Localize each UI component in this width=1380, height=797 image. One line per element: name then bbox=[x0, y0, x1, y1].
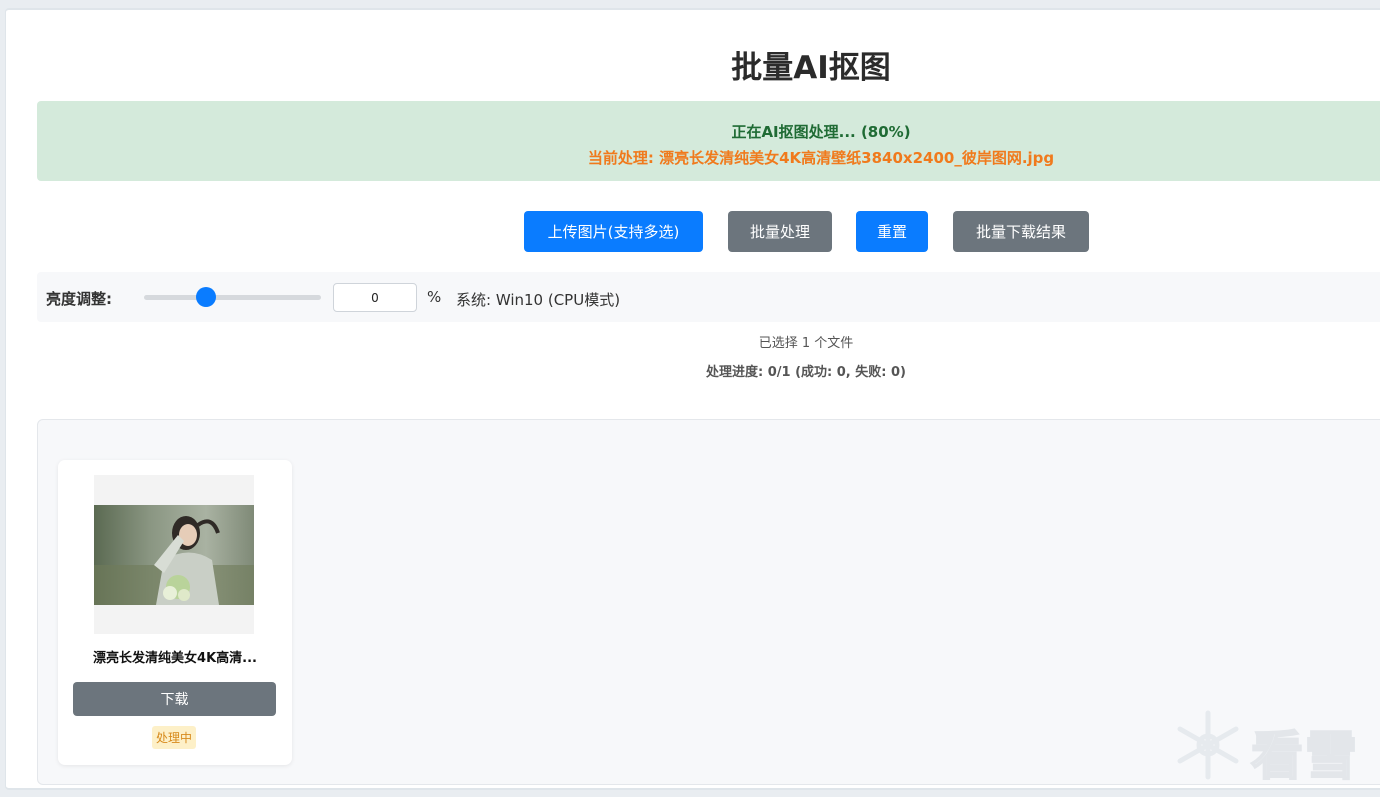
processing-progress: 处理进度: 0/1 (成功: 0, 失败: 0) bbox=[706, 365, 906, 380]
percent-sign: % bbox=[427, 288, 442, 306]
result-file-name: 漂亮长发清纯美女4K高清... bbox=[93, 651, 257, 666]
watermark-text: 看雪 bbox=[1250, 726, 1360, 788]
processing-status-banner: 正在AI抠图处理... (80%) 当前处理: 漂亮长发清纯美女4K高清壁纸38… bbox=[37, 101, 1380, 181]
batch-process-button[interactable]: 批量处理 bbox=[728, 211, 832, 252]
selected-files-count: 已选择 1 个文件 bbox=[758, 336, 854, 351]
brightness-input[interactable] bbox=[333, 283, 417, 312]
download-button[interactable]: 下载 bbox=[73, 682, 276, 716]
app-window: 批量AI抠图 正在AI抠图处理... (80%) 当前处理: 漂亮长发清纯美女4… bbox=[5, 8, 1380, 790]
status-badge: 处理中 bbox=[152, 726, 197, 749]
page-title: 批量AI抠图 bbox=[731, 50, 891, 86]
processing-status-text: 正在AI抠图处理... (80%) bbox=[731, 123, 911, 141]
result-card: 漂亮长发清纯美女4K高清... 下载 处理中 bbox=[58, 460, 292, 765]
thumbnail-photo bbox=[94, 505, 254, 605]
brightness-label: 亮度调整: bbox=[46, 290, 112, 308]
system-info: 系统: Win10 (CPU模式) bbox=[456, 291, 621, 309]
image-thumbnail bbox=[94, 475, 254, 634]
snowflake-icon bbox=[1177, 710, 1239, 780]
brightness-slider[interactable] bbox=[144, 287, 321, 307]
current-file-text: 当前处理: 漂亮长发清纯美女4K高清壁纸3840x2400_彼岸图网.jpg bbox=[587, 149, 1055, 167]
batch-download-button[interactable]: 批量下载结果 bbox=[953, 211, 1089, 252]
watermark-logo: 看雪 bbox=[1171, 708, 1371, 788]
brightness-controls: 亮度调整: % 系统: Win10 (CPU模式) bbox=[37, 272, 1380, 322]
upload-images-button[interactable]: 上传图片(支持多选) bbox=[524, 211, 703, 252]
brightness-slider-thumb[interactable] bbox=[195, 287, 216, 307]
reset-button[interactable]: 重置 bbox=[856, 211, 928, 252]
